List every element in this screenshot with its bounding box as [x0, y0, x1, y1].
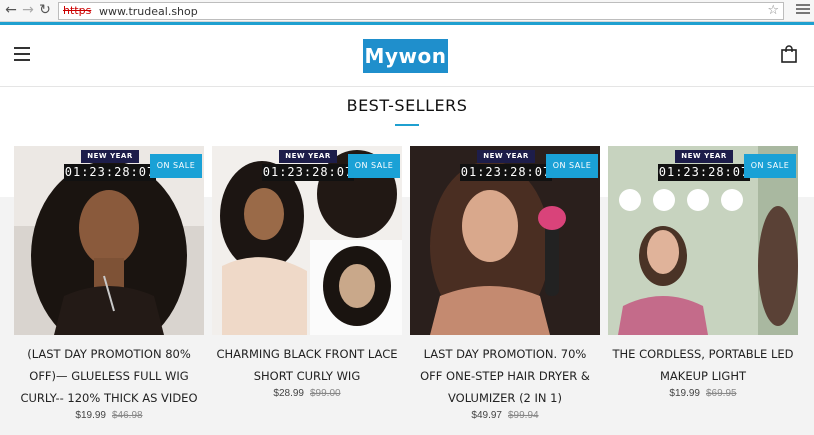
product-title[interactable]: THE CORDLESS, PORTABLE LED MAKEUP LIGHT: [608, 343, 798, 387]
product-image[interactable]: NEW YEAR 01:23:28:07 ON SALE: [608, 146, 798, 335]
compare-price: $99.94: [508, 410, 539, 421]
new-year-badge: NEW YEAR: [81, 150, 139, 163]
on-sale-badge: ON SALE: [744, 154, 796, 178]
product-price: $49.97 $99.94: [410, 410, 600, 421]
browser-toolbar: ← → ↻ https www.trudeal.shop ☆: [0, 0, 814, 22]
product-title[interactable]: (LAST DAY PROMOTION 80% OFF)— GLUELESS F…: [14, 343, 204, 409]
countdown-timer: NEW YEAR 01:23:28:07: [64, 150, 156, 181]
back-arrow-icon[interactable]: ←: [3, 2, 19, 18]
new-year-badge: NEW YEAR: [279, 150, 337, 163]
on-sale-badge: ON SALE: [546, 154, 598, 178]
countdown-digits: 01:23:28:07: [262, 164, 354, 181]
product-image[interactable]: NEW YEAR 01:23:28:07 ON SALE: [410, 146, 600, 335]
sale-price: $49.97: [471, 410, 502, 421]
product-card[interactable]: NEW YEAR 01:23:28:07 ON SALE (LAST DAY P…: [14, 146, 204, 421]
countdown-timer: NEW YEAR 01:23:28:07: [262, 150, 354, 181]
product-title[interactable]: CHARMING BLACK FRONT LACE SHORT CURLY WI…: [212, 343, 402, 387]
countdown-digits: 01:23:28:07: [658, 164, 750, 181]
product-image[interactable]: NEW YEAR 01:23:28:07 ON SALE: [212, 146, 402, 335]
product-card[interactable]: NEW YEAR 01:23:28:07 ON SALE LAST DAY PR…: [410, 146, 600, 421]
countdown-timer: NEW YEAR 01:23:28:07: [460, 150, 552, 181]
on-sale-badge: ON SALE: [150, 154, 202, 178]
title-underline: [395, 124, 419, 126]
bookmark-star-icon[interactable]: ☆: [767, 3, 779, 18]
site-header: Mywon: [0, 25, 814, 87]
product-image[interactable]: NEW YEAR 01:23:28:07 ON SALE: [14, 146, 204, 335]
countdown-digits: 01:23:28:07: [460, 164, 552, 181]
browser-menu-icon[interactable]: [796, 4, 810, 16]
sale-price: $28.99: [273, 388, 304, 399]
forward-arrow-icon[interactable]: →: [20, 2, 36, 18]
url-text: www.trudeal.shop: [99, 5, 198, 18]
hamburger-menu-icon[interactable]: [14, 47, 30, 61]
url-protocol: https: [63, 4, 92, 17]
product-card[interactable]: NEW YEAR 01:23:28:07 ON SALE THE CORDLES…: [608, 146, 798, 399]
countdown-timer: NEW YEAR 01:23:28:07: [658, 150, 750, 181]
product-title[interactable]: LAST DAY PROMOTION. 70% OFF ONE-STEP HAI…: [410, 343, 600, 409]
product-price: $19.99 $69.95: [608, 388, 798, 399]
product-card[interactable]: NEW YEAR 01:23:28:07 ON SALE CHARMING BL…: [212, 146, 402, 399]
on-sale-badge: ON SALE: [348, 154, 400, 178]
countdown-digits: 01:23:28:07: [64, 164, 156, 181]
product-price: $28.99 $99.00: [212, 388, 402, 399]
compare-price: $69.95: [706, 388, 737, 399]
site-logo[interactable]: Mywon: [363, 39, 448, 73]
compare-price: $99.00: [310, 388, 341, 399]
address-bar[interactable]: https www.trudeal.shop ☆: [58, 2, 784, 20]
new-year-badge: NEW YEAR: [477, 150, 535, 163]
shopping-bag-icon[interactable]: [781, 45, 797, 63]
section-title: BEST-SELLERS: [346, 96, 468, 115]
new-year-badge: NEW YEAR: [675, 150, 733, 163]
sale-price: $19.99: [669, 388, 700, 399]
sale-price: $19.99: [75, 410, 106, 421]
product-price: $19.99 $46.98: [14, 410, 204, 421]
compare-price: $46.98: [112, 410, 143, 421]
reload-icon[interactable]: ↻: [37, 2, 53, 18]
